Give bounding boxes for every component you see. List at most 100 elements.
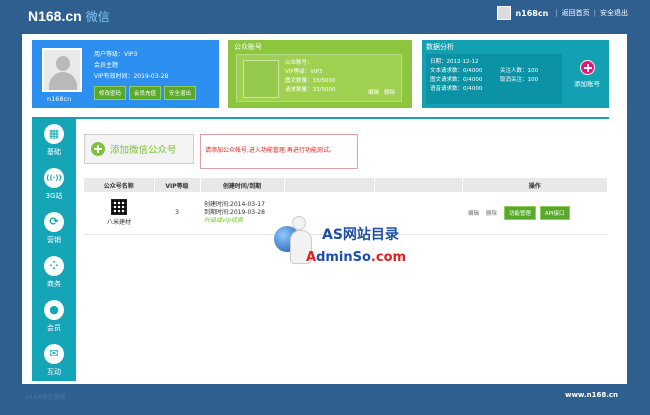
col-vip: VIP等级 <box>154 178 201 192</box>
user-area: n168cn | 返回首页 | 安全退出 <box>497 6 628 20</box>
sidebar-item-label: 3G站 <box>45 192 63 200</box>
sidebar-item-label: 基础 <box>47 148 61 156</box>
account-card-body: 公众账号： VIP等级：VIP3 图文数量：33/5000 请求数量：33/50… <box>236 54 402 102</box>
domain-part-b: dminSo <box>316 250 371 265</box>
divider: | <box>593 9 596 17</box>
api-interface-button[interactable]: API接口 <box>539 205 570 220</box>
col-blank-2 <box>374 178 463 192</box>
account-articles: 图文数量：33/5000 <box>285 78 336 84</box>
logout-button[interactable]: 安全退出 <box>164 86 197 100</box>
stats-card-title: 数据分析 <box>426 43 454 51</box>
divider: | <box>555 9 558 17</box>
chat-icon: ✉ <box>44 344 64 364</box>
delete-link[interactable]: 删除 <box>486 211 497 217</box>
sidebar-item-label: 营销 <box>47 236 61 244</box>
sidebar-item-interaction[interactable]: ✉ 互动 <box>32 339 76 383</box>
function-manage-button[interactable]: 功能管理 <box>503 205 536 220</box>
vip-expiry: VIP有效时间：2019-03-28 <box>94 73 169 80</box>
created-time: 创建时间:2014-03-17 <box>204 200 265 208</box>
account-card-title: 公众账号 <box>234 43 262 51</box>
stats-voice-requests: 语音请求数：0/4000 <box>430 86 483 92</box>
logo-text: N168.cn <box>28 8 82 24</box>
account-name-text: 八米建材 <box>106 219 131 227</box>
avatar[interactable] <box>42 48 82 92</box>
account-info: 公众账号： VIP等级：VIP3 图文数量：33/5000 请求数量：33/50… <box>285 59 335 95</box>
edit-account-link[interactable]: 编辑 <box>368 88 379 96</box>
sidebar-item-marketing[interactable]: ⟳ 营销 <box>32 207 76 251</box>
refresh-icon: ⟳ <box>44 212 64 232</box>
add-wechat-label: 添加微信公众号 <box>110 145 177 156</box>
notice-message: 请添加公众帐号,进入功能管理,再进行功能测试。 <box>200 134 358 169</box>
stats-unfollows: 取消关注：100 <box>500 77 538 83</box>
sidebar-item-3g-site[interactable]: ((·)) 3G站 <box>32 163 76 207</box>
account-name: 公众账号： <box>285 60 313 66</box>
add-account-label: 添加账号 <box>574 80 600 88</box>
sidebar-item-business[interactable]: ⁘ 商务 <box>32 251 76 295</box>
member-theme: 会员主题 <box>94 62 119 69</box>
user-level: 用户等级：VIP3 <box>94 51 138 58</box>
sidebar-item-label: 商务 <box>47 280 61 288</box>
profile-card: n168cn 用户等级：VIP3 会员主题 VIP有效时间：2019-03-28… <box>32 40 219 108</box>
domain-part-a: A <box>306 250 317 265</box>
profile-info: 用户等级：VIP3 会员主题 VIP有效时间：2019-03-28 <box>94 49 168 82</box>
account-vip: VIP等级：VIP3 <box>285 69 323 75</box>
edit-link[interactable]: 编辑 <box>468 211 479 217</box>
change-password-button[interactable]: 修改密码 <box>94 86 127 100</box>
delete-account-link[interactable]: 删除 <box>384 88 395 96</box>
qr-code-icon[interactable] <box>111 199 127 216</box>
mascot-head <box>292 216 306 230</box>
stats-blank-2 <box>500 85 562 94</box>
avatar-head <box>56 56 70 71</box>
profile-buttons: 修改密码 会员充值 安全退出 <box>94 86 197 100</box>
dots-grid-icon: ⁘ <box>44 256 64 276</box>
stats-card: 数据分析 日期：2012-12-12 文本请求数：0/4000 关注人数：100… <box>422 40 609 108</box>
stats-article-requests: 图文请求数：0/4000 <box>430 77 483 83</box>
grid-icon: ▦ <box>44 124 64 144</box>
stats-card-body: 日期：2012-12-12 文本请求数：0/4000 关注人数：100 图文请求… <box>426 54 562 104</box>
vip-cell: 3 <box>154 192 200 235</box>
back-home-link[interactable]: 返回首页 <box>562 8 590 18</box>
stats-blank <box>500 58 562 67</box>
sidebar-item-basic[interactable]: ▦ 基础 <box>32 119 76 163</box>
signal-icon: ((·)) <box>44 168 64 188</box>
sidebar-item-label: 互动 <box>47 368 61 376</box>
top-bar: N168.cn 微信 n168cn | 返回首页 | 安全退出 <box>0 0 650 34</box>
main-panel: n168cn 用户等级：VIP3 会员主题 VIP有效时间：2019-03-28… <box>22 34 627 384</box>
stats-date: 日期：2012-12-12 <box>430 59 479 65</box>
domain-part-c: .com <box>370 250 407 265</box>
logo-sub: 微信 <box>85 10 110 24</box>
col-name: 公众号名称 <box>84 178 155 192</box>
username: n168cn <box>515 8 549 18</box>
logo[interactable]: N168.cn 微信 <box>28 8 110 25</box>
avatar-body <box>49 72 77 90</box>
profile-name: n168cn <box>47 95 72 103</box>
add-wechat-account-button[interactable]: 添加微信公众号 <box>84 134 194 164</box>
logout-link[interactable]: 安全退出 <box>600 8 628 18</box>
col-blank-1 <box>284 178 375 192</box>
add-account-button[interactable]: 添加账号 <box>568 60 606 88</box>
user-avatar[interactable] <box>497 6 512 20</box>
watermark-logo: AS网站目录 AdminSo.com <box>272 214 422 274</box>
col-time: 创建时间/到期 <box>200 178 285 192</box>
plus-icon <box>91 142 105 156</box>
account-thumbnail <box>243 60 279 98</box>
sidebar: ▦ 基础 ((·)) 3G站 ⟳ 营销 ⁘ 商务 ● 会员 ✉ 互动 <box>32 119 76 381</box>
section-divider <box>32 117 609 119</box>
watermark-title: AS网站目录 <box>322 227 399 243</box>
plus-circle-icon <box>579 60 595 75</box>
user-icon: ● <box>44 300 64 320</box>
account-requests: 请求数量：33/5000 <box>285 87 336 93</box>
footer-site[interactable]: www.n168.cn <box>565 391 618 399</box>
watermark-domain: AdminSo.com <box>306 250 406 265</box>
recharge-button[interactable]: 会员充值 <box>129 86 162 100</box>
actions-cell: 编辑 删除 功能管理 API接口 <box>462 192 608 235</box>
sidebar-item-label: 会员 <box>47 324 61 332</box>
account-links: 编辑 删除 <box>368 88 395 96</box>
table-header-row: 公众号名称 VIP等级 创建时间/到期 操作 <box>84 178 608 192</box>
stats-grid: 日期：2012-12-12 文本请求数：0/4000 关注人数：100 图文请求… <box>430 58 562 94</box>
stats-followers: 关注人数：100 <box>500 68 538 74</box>
col-actions: 操作 <box>462 178 608 192</box>
footer-left-text: n168微信营销 <box>26 394 66 401</box>
account-card: 公众账号 公众账号： VIP等级：VIP3 图文数量：33/5000 请求数量：… <box>228 40 412 108</box>
sidebar-item-members[interactable]: ● 会员 <box>32 295 76 339</box>
